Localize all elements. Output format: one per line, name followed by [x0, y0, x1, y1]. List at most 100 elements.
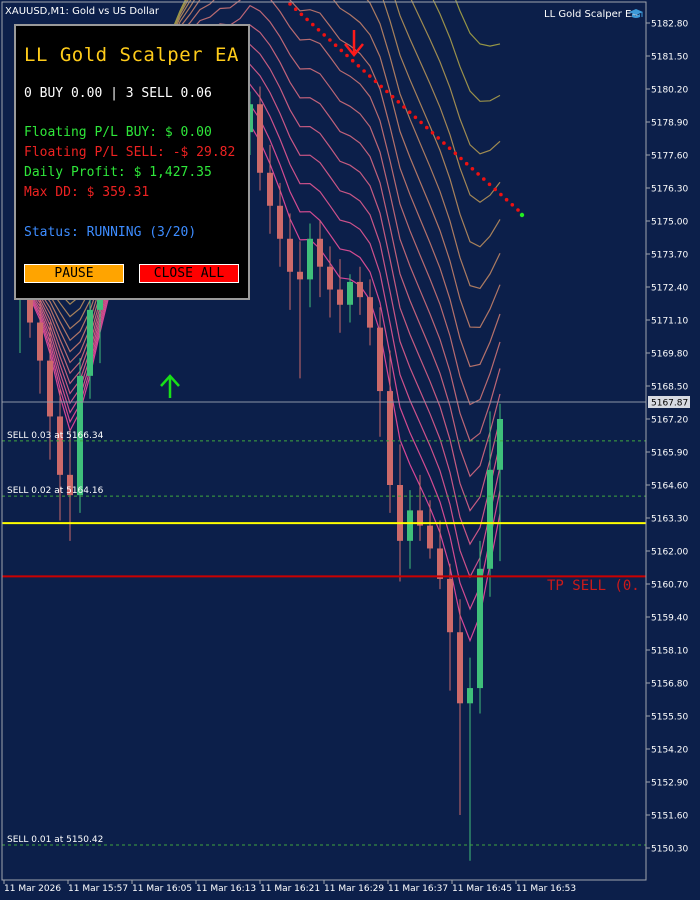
trend-dot — [419, 120, 423, 125]
price-tick-label: 5165.90 — [651, 449, 688, 459]
candle-body — [87, 309, 93, 376]
panel-title: LL Gold Scalper EA — [24, 44, 239, 66]
trend-dot — [311, 22, 315, 27]
time-tick-label: 11 Mar 2026 — [4, 884, 61, 894]
candle-body — [397, 485, 403, 541]
time-tick-label: 11 Mar 16:29 — [324, 884, 384, 894]
price-tick-label: 5150.30 — [651, 845, 688, 855]
candle-body — [347, 281, 353, 305]
candle-body — [367, 297, 373, 328]
trend-dot — [442, 141, 446, 145]
trend-dot — [299, 12, 304, 17]
trend-dot — [493, 187, 498, 192]
trend-dot — [430, 131, 435, 135]
trend-dot — [510, 203, 515, 207]
candle-body — [297, 271, 303, 280]
price-tick-label: 5177.60 — [651, 152, 688, 162]
price-tick-label: 5173.70 — [651, 251, 688, 261]
floating-pl-buy: Floating P/L BUY: $ 0.00 — [24, 125, 212, 140]
positions-summary: 0 BUY 0.00 | 3 SELL 0.06 — [24, 86, 212, 101]
ea-name-label: LL Gold Scalper EA — [544, 9, 638, 20]
price-tick-label: 5181.50 — [651, 53, 688, 63]
trend-dot — [333, 43, 338, 47]
candle-body — [447, 578, 453, 633]
time-tick-label: 11 Mar 16:21 — [260, 884, 320, 894]
max-drawdown: Max DD: $ 359.31 — [24, 185, 150, 200]
candle-body — [377, 327, 383, 392]
trend-dot — [464, 161, 469, 166]
trend-dot — [487, 182, 492, 187]
candle-body — [437, 548, 443, 579]
trend-dot — [328, 38, 332, 42]
trend-dot — [362, 69, 366, 73]
trend-dot — [345, 53, 349, 58]
pause-button[interactable]: PAUSE — [24, 264, 124, 283]
price-tick-label: 5151.60 — [651, 812, 688, 822]
candle-body — [317, 238, 323, 267]
trend-dot — [396, 100, 401, 104]
trend-dot — [504, 197, 509, 202]
candle-body — [407, 510, 413, 541]
trend-dot — [385, 89, 389, 94]
price-tick-label: 5162.00 — [651, 548, 688, 558]
symbol-title: XAUUSD,M1: Gold vs US Dollar — [5, 6, 160, 17]
trend-dot — [373, 79, 378, 84]
candle-body — [337, 289, 343, 305]
candle-body — [257, 104, 263, 173]
trend-dot — [350, 58, 355, 63]
price-tick-label: 5168.50 — [651, 383, 688, 393]
price-tick-label: 5182.80 — [651, 20, 688, 30]
candle-body — [467, 688, 473, 704]
price-tick-label: 5171.10 — [651, 317, 688, 327]
order-label: SELL 0.03 at 5166.34 — [7, 431, 104, 441]
daily-profit: Daily Profit: $ 1,427.35 — [24, 165, 212, 180]
trend-dot — [447, 146, 452, 150]
trend-dot — [482, 177, 486, 181]
close-all-button[interactable]: CLOSE ALL — [139, 264, 239, 283]
trend-dot — [339, 48, 344, 53]
candle-body — [277, 205, 283, 239]
price-tick-label: 5180.20 — [651, 86, 688, 96]
trend-dot — [356, 64, 361, 68]
time-tick-label: 11 Mar 16:05 — [132, 884, 192, 894]
trend-dot — [499, 192, 503, 197]
candle-body — [57, 416, 63, 475]
current-price-label: 5167.87 — [651, 398, 688, 408]
price-tick-label: 5155.50 — [651, 713, 688, 723]
time-tick-label: 11 Mar 16:53 — [516, 884, 576, 894]
trend-dot — [476, 172, 480, 176]
price-tick-label: 5159.40 — [651, 614, 688, 624]
trend-dot — [305, 17, 309, 22]
trend-dot — [379, 84, 384, 89]
price-tick-label: 5167.20 — [651, 416, 688, 426]
price-tick-label: 5176.30 — [651, 185, 688, 195]
candle-body — [457, 632, 463, 704]
candle-body — [487, 469, 493, 569]
price-tick-label: 5178.90 — [651, 119, 688, 129]
tp-sell-label: TP SELL (0. — [547, 578, 640, 594]
trend-dot — [413, 115, 418, 120]
candle-body — [497, 419, 503, 470]
candle-body — [327, 266, 333, 290]
candle-body — [267, 172, 273, 206]
price-tick-label: 5172.40 — [651, 284, 688, 294]
price-tick-label: 5152.90 — [651, 779, 688, 789]
trend-dot — [425, 125, 429, 130]
candle-body — [37, 322, 43, 361]
price-tick-label: 5163.30 — [651, 515, 688, 525]
trend-dot — [402, 105, 406, 109]
trend-dot — [436, 136, 441, 140]
time-tick-label: 11 Mar 16:13 — [196, 884, 256, 894]
trend-dot — [368, 74, 372, 78]
trend-dot — [516, 208, 520, 212]
price-tick-label: 5156.80 — [651, 680, 688, 690]
ea-control-panel: LL Gold Scalper EA 0 BUY 0.00 | 3 SELL 0… — [14, 24, 250, 300]
trend-dot — [470, 167, 475, 171]
price-tick-label: 5164.60 — [651, 482, 688, 492]
trend-dot — [390, 94, 395, 99]
candle-body — [427, 525, 433, 549]
price-tick-label: 5160.70 — [651, 581, 688, 591]
price-tick-label: 5154.20 — [651, 746, 688, 756]
order-label: SELL 0.02 at 5164.16 — [7, 486, 104, 496]
price-tick-label: 5175.00 — [651, 218, 688, 228]
